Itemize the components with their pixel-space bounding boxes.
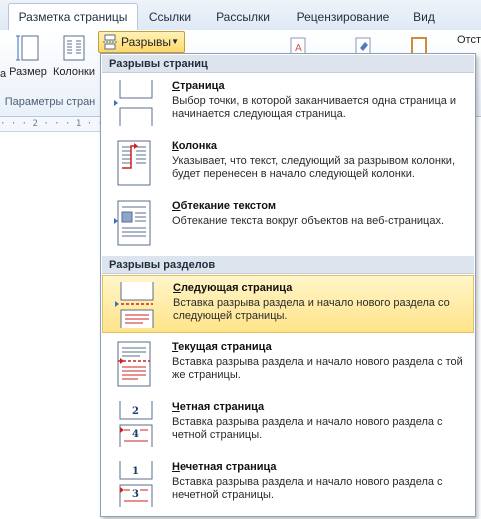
chevron-down-icon: ▼ (171, 37, 179, 46)
column-break-title: Колонка (172, 140, 217, 152)
menu-item-column-break[interactable]: Колонка Указывает, что текст, следующий … (102, 134, 474, 192)
menu-item-continuous[interactable]: Текущая страница Вставка разрыва раздела… (102, 335, 474, 393)
page-break-title-rest: траница (179, 80, 225, 92)
size-button[interactable]: Размер (7, 33, 49, 93)
odd-page-icon: 1 3 (119, 461, 153, 507)
columns-label: Колонки (53, 66, 95, 78)
text-wrapping-description: Обтекание текста вокруг объектов на веб-… (172, 215, 445, 227)
breaks-button[interactable]: Разрывы ▼ (98, 31, 185, 53)
even-page-number-top: 2 (132, 406, 139, 417)
text-wrapping-access-key: О (172, 200, 181, 212)
ruler-ticks: · · · 2 · · · 1 · · · (0, 119, 100, 129)
odd-page-title: Нечетная страница (172, 461, 277, 473)
text-wrapping-icon (114, 200, 151, 246)
tab-view[interactable]: Вид (404, 6, 444, 28)
even-page-icon: 2 4 (119, 401, 153, 447)
column-break-access-key: К (172, 140, 179, 152)
columns-button[interactable]: Колонки (50, 33, 98, 93)
page-break-access-key: С (172, 80, 180, 92)
orientation-label: а (0, 68, 7, 80)
horizontal-ruler[interactable]: · · · 2 · · · 1 · · · (0, 117, 100, 132)
even-page-title: Четная страница (172, 401, 264, 413)
page-break-icon (114, 80, 153, 126)
next-page-icon (115, 282, 154, 328)
tab-page-layout[interactable]: Разметка страницы (8, 3, 138, 31)
column-break-description: Указывает, что текст, следующий за разры… (172, 155, 456, 180)
columns-icon (63, 35, 85, 61)
page-break-title: Страница (172, 80, 225, 92)
menu-item-next-page[interactable]: Следующая страница Вставка разрыва разде… (102, 275, 474, 333)
odd-page-access-key: Н (172, 461, 180, 473)
odd-page-title-rest: ечетная страница (179, 461, 277, 473)
odd-page-description: Вставка разрыва раздела и начало нового … (172, 476, 443, 501)
breaks-dropdown-menu: Разрывы страниц Страница Выбор точки, в … (100, 53, 476, 517)
section-breaks-header: Разрывы разделов (102, 256, 474, 274)
menu-item-page-break[interactable]: Страница Выбор точки, в которой заканчив… (102, 74, 474, 132)
even-page-access-key: Ч (172, 401, 180, 413)
breaks-icon (103, 34, 117, 50)
odd-page-number-top: 1 (132, 466, 139, 477)
column-break-icon (117, 140, 151, 186)
tab-mailings[interactable]: Рассылки (210, 6, 276, 28)
ribbon-tab-strip: Разметка страницы Ссылки Рассылки Реценз… (0, 0, 481, 31)
continuous-title: Текущая страница (172, 341, 272, 353)
tab-references[interactable]: Ссылки (140, 6, 200, 28)
even-page-title-rest: етная страница (179, 401, 265, 413)
menu-item-odd-page[interactable]: 1 3 Нечетная страница Вставка разрыва ра… (102, 455, 474, 513)
menu-item-even-page[interactable]: 2 4 Четная страница Вставка разрыва разд… (102, 395, 474, 453)
column-break-title-rest: олонка (178, 140, 217, 152)
tab-review[interactable]: Рецензирование (290, 6, 396, 28)
page-breaks-header: Разрывы страниц (102, 55, 474, 73)
next-page-access-key: С (173, 282, 181, 294)
document-canvas[interactable] (0, 132, 100, 519)
even-page-description: Вставка разрыва раздела и начало нового … (172, 416, 443, 441)
continuous-title-rest: екущая страница (178, 341, 272, 353)
next-page-title: Следующая страница (173, 282, 292, 294)
next-page-description: Вставка разрыва раздела и начало нового … (173, 297, 450, 322)
size-label: Размер (9, 66, 47, 78)
continuous-icon (117, 341, 151, 387)
next-page-title-rest: ледующая страница (180, 282, 293, 294)
odd-page-number-bottom: 3 (132, 489, 139, 500)
page-break-description: Выбор точки, в которой заканчивается одн… (172, 95, 457, 120)
menu-item-text-wrapping[interactable]: Обтекание текстом Обтекание текста вокру… (102, 194, 474, 252)
page-setup-group-label: Параметры стран (4, 96, 96, 108)
text-wrapping-title-rest: бтекание текстом (180, 200, 277, 212)
breaks-label: Разрывы (121, 35, 171, 49)
text-wrapping-title: Обтекание текстом (172, 200, 276, 212)
page-size-icon (16, 35, 39, 61)
even-page-number-bottom: 4 (132, 429, 139, 440)
indent-label: Отст (457, 34, 481, 46)
continuous-description: Вставка разрыва раздела и начало нового … (172, 356, 463, 381)
